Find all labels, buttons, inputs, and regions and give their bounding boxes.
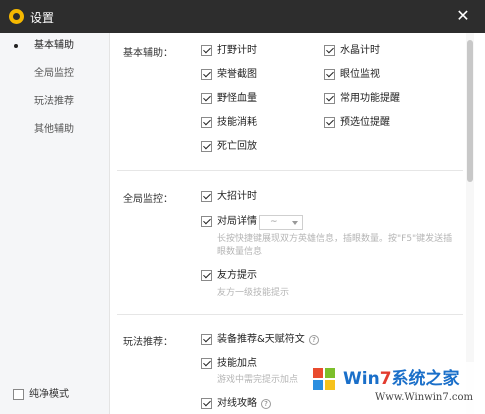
- watermark-title: Win7系统之家: [343, 369, 460, 389]
- sidebar-item-monitor[interactable]: 全局监控: [0, 63, 110, 85]
- sidebar-item-other[interactable]: 其他辅助: [0, 119, 110, 141]
- checkbox-checked-icon: [201, 141, 212, 152]
- watermark: Win7系统之家 Www.Winwin7.com: [305, 362, 485, 414]
- chevron-down-icon: [292, 221, 298, 225]
- help-icon[interactable]: ?: [309, 335, 319, 345]
- help-icon[interactable]: ?: [261, 399, 271, 409]
- close-button[interactable]: ✕: [453, 6, 473, 26]
- checkbox-checked-icon: [201, 69, 212, 80]
- close-icon: ✕: [456, 6, 470, 25]
- sidebar-item-label: 玩法推荐: [34, 96, 74, 107]
- checkbox-box: [13, 389, 24, 400]
- sidebar-item-gameplay[interactable]: 玩法推荐: [0, 91, 110, 113]
- section-label-monitor: 全局监控：: [123, 194, 173, 205]
- active-dot-icon: [14, 44, 18, 48]
- hotkey-select[interactable]: ~: [259, 215, 303, 230]
- checkbox-checked-icon: [201, 398, 212, 409]
- windows-flag-icon: [313, 368, 337, 392]
- hint-match-detail: 长按快捷键展现双方英雄信息，插眼数量。按"F5"键发送插眼数量信息: [217, 234, 453, 257]
- sidebar-item-basic[interactable]: 基本辅助: [0, 35, 110, 57]
- checkbox-checked-icon: [324, 69, 335, 80]
- checkbox-checked-icon: [324, 45, 335, 56]
- section-label-gameplay: 玩法推荐：: [123, 337, 173, 348]
- window-title: 设置: [30, 11, 55, 25]
- checkbox-checked-icon: [201, 191, 212, 202]
- checkbox-checked-icon: [324, 93, 335, 104]
- section-divider: [117, 170, 463, 171]
- checkbox-checked-icon: [201, 334, 212, 345]
- checkbox-checked-icon: [201, 93, 212, 104]
- settings-content: 基本辅助： 打野计时 水晶计时 荣誉截图 眼位监视 野怪血量 常用功能提醒 技能…: [111, 33, 485, 414]
- checkbox-checked-icon: [201, 117, 212, 128]
- checkbox-checked-icon: [201, 216, 212, 227]
- section-divider: [117, 314, 463, 315]
- pure-mode-label: 纯净模式: [29, 389, 69, 400]
- checkbox-checked-icon: [201, 45, 212, 56]
- checkbox-checked-icon: [324, 117, 335, 128]
- sidebar-item-label: 全局监控: [34, 68, 74, 79]
- hint-ally-tip: 友方一级技能提示: [217, 288, 290, 298]
- sidebar: 基本辅助 全局监控 玩法推荐 其他辅助 纯净模式: [0, 33, 110, 414]
- scrollbar-thumb[interactable]: [467, 40, 473, 182]
- checkbox-checked-icon: [201, 358, 212, 369]
- sidebar-item-label: 其他辅助: [34, 124, 74, 135]
- app-logo-icon: [9, 9, 24, 24]
- checkbox-checked-icon: [201, 270, 212, 281]
- sidebar-item-label: 基本辅助: [34, 40, 74, 51]
- section-label-basic: 基本辅助：: [123, 48, 173, 59]
- watermark-url: Www.Winwin7.com: [375, 392, 473, 403]
- title-bar: 设置 ✕: [0, 0, 485, 33]
- hint-skill-points: 游戏中需完提示加点: [217, 375, 299, 385]
